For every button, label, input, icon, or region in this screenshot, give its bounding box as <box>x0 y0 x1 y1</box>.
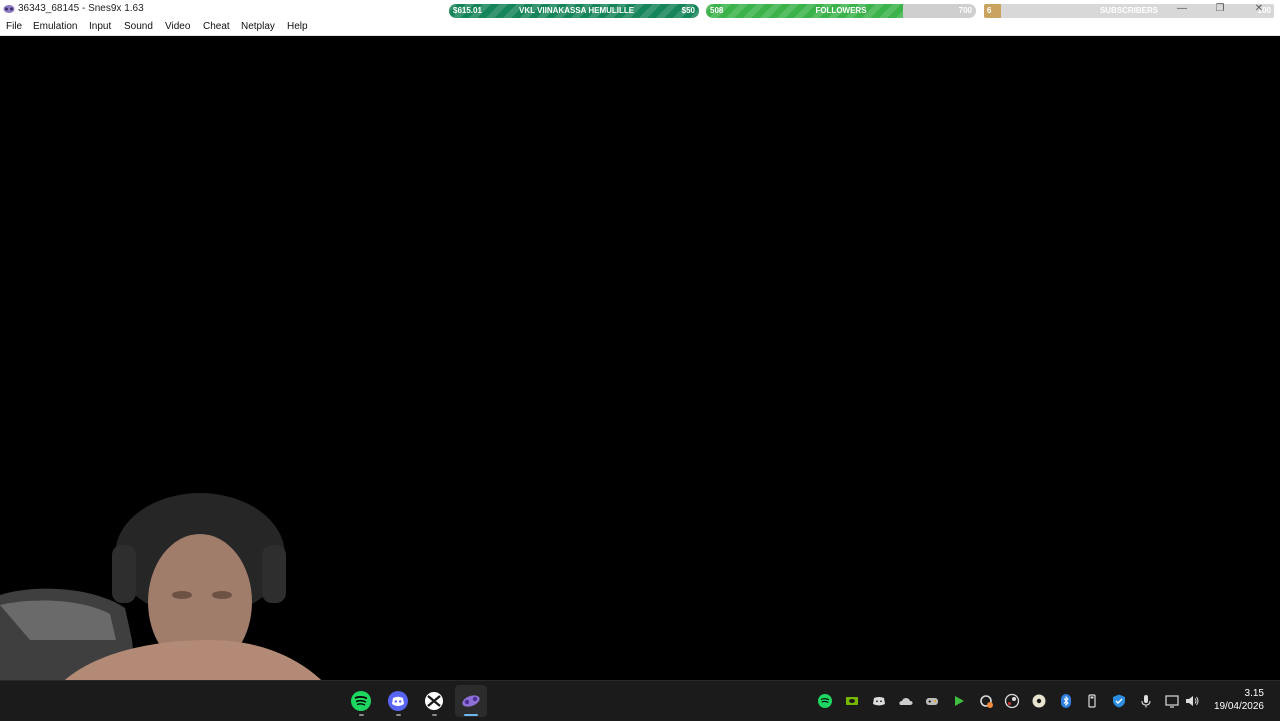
defender-icon[interactable] <box>1111 693 1127 709</box>
followers-goal-bar: 508 FOLLOWERS 700 <box>706 4 976 18</box>
close-button[interactable]: ✕ <box>1248 2 1270 16</box>
menu-netplay[interactable]: Netplay <box>241 21 275 32</box>
clock-date: 19/04/2026 <box>1213 701 1264 712</box>
donation-goal-target: $50 <box>681 6 695 15</box>
followers-current: 508 <box>710 6 724 15</box>
menu-cheat[interactable]: Cheat <box>203 21 230 32</box>
spotify-tray-icon[interactable] <box>817 693 833 709</box>
usb-drive-icon[interactable] <box>1084 693 1100 709</box>
game-controller-icon[interactable] <box>924 693 940 709</box>
menu-input[interactable]: Input <box>89 21 111 32</box>
discord-icon[interactable] <box>386 689 410 713</box>
play-icon[interactable] <box>951 693 967 709</box>
title-bar: 36343_68145 - Snes9x 1.63 $615.01 VKL VI… <box>0 0 1280 19</box>
menu-video[interactable]: Video <box>165 21 190 32</box>
discord-tray-icon[interactable] <box>871 693 887 709</box>
discord-running-indicator <box>396 714 401 716</box>
menu-emulation[interactable]: Emulation <box>33 21 77 32</box>
minimize-button[interactable]: — <box>1171 2 1193 16</box>
steam-icon[interactable] <box>1004 693 1020 709</box>
clock-time: 3.15 <box>1244 688 1264 699</box>
subscribers-label: SUBSCRIBERS <box>1099 6 1159 15</box>
close-icon: ✕ <box>1254 3 1264 14</box>
snes9x-app-icon <box>3 5 15 13</box>
menu-help[interactable]: Help <box>287 21 308 32</box>
menu-file[interactable]: File <box>6 21 22 32</box>
system-clock[interactable]: 3.15 19/04/2026 <box>1214 687 1264 713</box>
donation-goal-bar: $615.01 VKL VIINAKASSA HEMULILLE $50 <box>449 4 699 18</box>
xbox-icon[interactable] <box>422 689 446 713</box>
snes9x-active-indicator <box>464 714 478 716</box>
restore-button[interactable]: ❐ <box>1209 2 1231 16</box>
menu-bar: File Emulation Input Sound Video Cheat N… <box>0 19 1280 36</box>
nvidia-icon[interactable] <box>844 693 860 709</box>
bluetooth-icon[interactable] <box>1058 693 1074 709</box>
minimize-icon: — <box>1177 3 1187 14</box>
taskbar: 3.15 19/04/2026 <box>0 680 1280 721</box>
spotify-icon[interactable] <box>349 689 373 713</box>
followers-target: 700 <box>958 6 972 15</box>
obs-icon[interactable] <box>1031 693 1047 709</box>
display-icon[interactable] <box>1164 693 1180 709</box>
menu-sound[interactable]: Sound <box>124 21 153 32</box>
speaker-icon[interactable] <box>1184 693 1200 709</box>
sync-icon[interactable] <box>978 693 994 709</box>
microphone-icon[interactable] <box>1138 693 1154 709</box>
donation-goal-raised: $615.01 <box>453 6 482 15</box>
snes9x-icon[interactable] <box>459 689 483 713</box>
xbox-running-indicator <box>432 714 437 716</box>
spotify-running-indicator <box>359 714 364 716</box>
window-title: 36343_68145 - Snes9x 1.63 <box>18 3 144 14</box>
restore-icon: ❐ <box>1215 3 1225 14</box>
followers-label: FOLLOWERS <box>815 6 867 15</box>
donation-goal-label: VKL VIINAKASSA HEMULILLE <box>519 6 635 15</box>
onedrive-icon[interactable] <box>898 693 914 709</box>
subscribers-current: 6 <box>987 6 992 15</box>
